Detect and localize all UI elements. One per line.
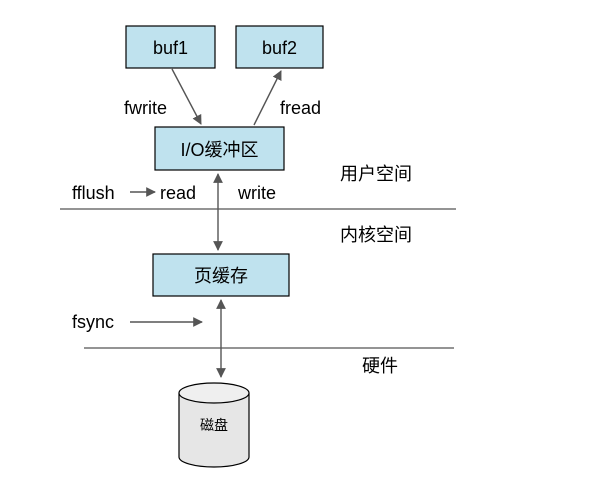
buf2-label: buf2 [262, 38, 297, 58]
fread-arrow [253, 70, 282, 126]
write-label: write [237, 183, 276, 203]
page-cache-label: 页缓存 [194, 266, 248, 286]
fread-label: fread [280, 98, 321, 118]
fflush-label: fflush [72, 183, 115, 203]
hardware-label: 硬件 [362, 356, 398, 376]
fwrite-label: fwrite [124, 98, 167, 118]
fwrite-arrow [171, 68, 202, 125]
read-label: read [160, 183, 196, 203]
buf1-label: buf1 [153, 38, 188, 58]
io-layers-diagram: buf1 buf2 I/O缓冲区 页缓存 磁盘 fwrite fread ffl… [60, 25, 456, 468]
io-buffer-label: I/O缓冲区 [180, 140, 258, 160]
fsync-label: fsync [72, 312, 114, 332]
kernel-space-label: 内核空间 [340, 225, 412, 245]
user-space-label: 用户空间 [340, 164, 412, 184]
disk-label: 磁盘 [200, 417, 228, 433]
